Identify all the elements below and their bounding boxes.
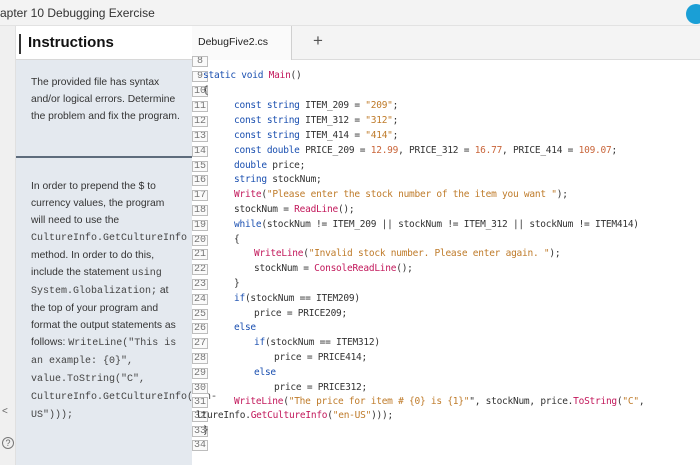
line-number: 17 bbox=[192, 190, 208, 201]
line-number: 18 bbox=[192, 205, 208, 216]
tab-label: DebugFive2.cs bbox=[198, 36, 269, 48]
line-number: 21 bbox=[192, 249, 208, 260]
header-accent-bar bbox=[19, 34, 21, 54]
instructions-panel: The provided file has syntax and/or logi… bbox=[16, 60, 217, 465]
line-number: 23 bbox=[192, 279, 208, 290]
line-number: 12 bbox=[192, 116, 208, 127]
line-number: 34 bbox=[192, 440, 208, 451]
code-line: const string ITEM_414 = "414"; bbox=[234, 130, 399, 141]
window-title-bar: apter 10 Debugging Exercise bbox=[0, 0, 700, 26]
instructions-title: Instructions bbox=[28, 34, 114, 51]
code-line: if(stockNum == ITEM209) bbox=[234, 293, 360, 304]
instructions-paragraph-2: In order to prepend the $ to currency va… bbox=[31, 178, 217, 424]
line-number: 13 bbox=[192, 131, 208, 142]
line-number-gutter: 8 9 10 11 12 13 14 15 16 17 18 19 20 21 22 23 24 25 26 27 28… bbox=[192, 56, 208, 465]
share-icon[interactable]: < bbox=[2, 406, 8, 418]
code-line: ltureInfo.GetCultureInfo("en-US"))); bbox=[196, 410, 393, 421]
editor-tab-bar: DebugFive2.cs + bbox=[192, 26, 700, 60]
code-line: stockNum = ConsoleReadLine(); bbox=[254, 263, 413, 274]
line-number: 27 bbox=[192, 338, 208, 349]
profile-avatar[interactable] bbox=[686, 4, 700, 24]
code-line: price = PRICE414; bbox=[274, 352, 367, 363]
code-line: const string ITEM_312 = "312"; bbox=[234, 115, 399, 126]
code-line: static void Main() bbox=[203, 70, 302, 81]
code-line: if(stockNum == ITEM312) bbox=[254, 337, 380, 348]
add-tab-button[interactable]: + bbox=[313, 31, 323, 51]
code-line: const string ITEM_209 = "209"; bbox=[234, 100, 399, 111]
instructions-header: Instructions bbox=[16, 26, 192, 60]
line-number: 22 bbox=[192, 264, 208, 275]
code-line: WriteLine("Invalid stock number. Please … bbox=[254, 248, 561, 259]
instructions-divider bbox=[16, 156, 192, 158]
code-snippet: WriteLine("This is an example: {0}", val… bbox=[31, 338, 218, 421]
code-line: { bbox=[234, 234, 240, 245]
line-number: 24 bbox=[192, 294, 208, 305]
line-number: 28 bbox=[192, 353, 208, 364]
window-title: apter 10 Debugging Exercise bbox=[0, 6, 155, 20]
code-line: string stockNum; bbox=[234, 174, 322, 185]
code-line: { bbox=[203, 85, 209, 96]
tab-debugfive2[interactable]: DebugFive2.cs bbox=[192, 26, 292, 60]
instructions-text: In order to prepend the $ to currency va… bbox=[31, 181, 165, 226]
code-line: double price; bbox=[234, 160, 306, 171]
line-number: 30 bbox=[192, 383, 208, 394]
code-line: while(stockNum != ITEM_209 || stockNum !… bbox=[234, 219, 639, 230]
line-number: 26 bbox=[192, 323, 208, 334]
line-number: 29 bbox=[192, 368, 208, 379]
line-number: 15 bbox=[192, 161, 208, 172]
code-line: WriteLine("The price for item # {0} is {… bbox=[234, 396, 645, 407]
line-number: 19 bbox=[192, 220, 208, 231]
code-snippet: CultureInfo.GetCultureInfo bbox=[31, 233, 188, 244]
instructions-paragraph-1: The provided file has syntax and/or logi… bbox=[31, 77, 180, 122]
left-rail: < ? bbox=[0, 26, 16, 465]
line-number: 20 bbox=[192, 235, 208, 246]
code-line: else bbox=[234, 322, 256, 333]
code-line: else bbox=[254, 367, 276, 378]
code-line: Write("Please enter the stock number of … bbox=[234, 189, 568, 200]
code-line: stockNum = ReadLine(); bbox=[234, 204, 355, 215]
line-number: 31 bbox=[192, 397, 208, 408]
line-number: 14 bbox=[192, 146, 208, 157]
line-number: 11 bbox=[192, 101, 208, 112]
code-line: } bbox=[234, 278, 240, 289]
line-number: 8 bbox=[192, 56, 208, 67]
code-line: } bbox=[203, 425, 209, 436]
line-number: 25 bbox=[192, 309, 208, 320]
code-line: price = PRICE312; bbox=[274, 382, 367, 393]
line-number: 16 bbox=[192, 175, 208, 186]
help-icon[interactable]: ? bbox=[2, 437, 14, 449]
code-line: const double PRICE_209 = 12.99, PRICE_31… bbox=[234, 145, 617, 156]
code-line: price = PRICE209; bbox=[254, 308, 347, 319]
